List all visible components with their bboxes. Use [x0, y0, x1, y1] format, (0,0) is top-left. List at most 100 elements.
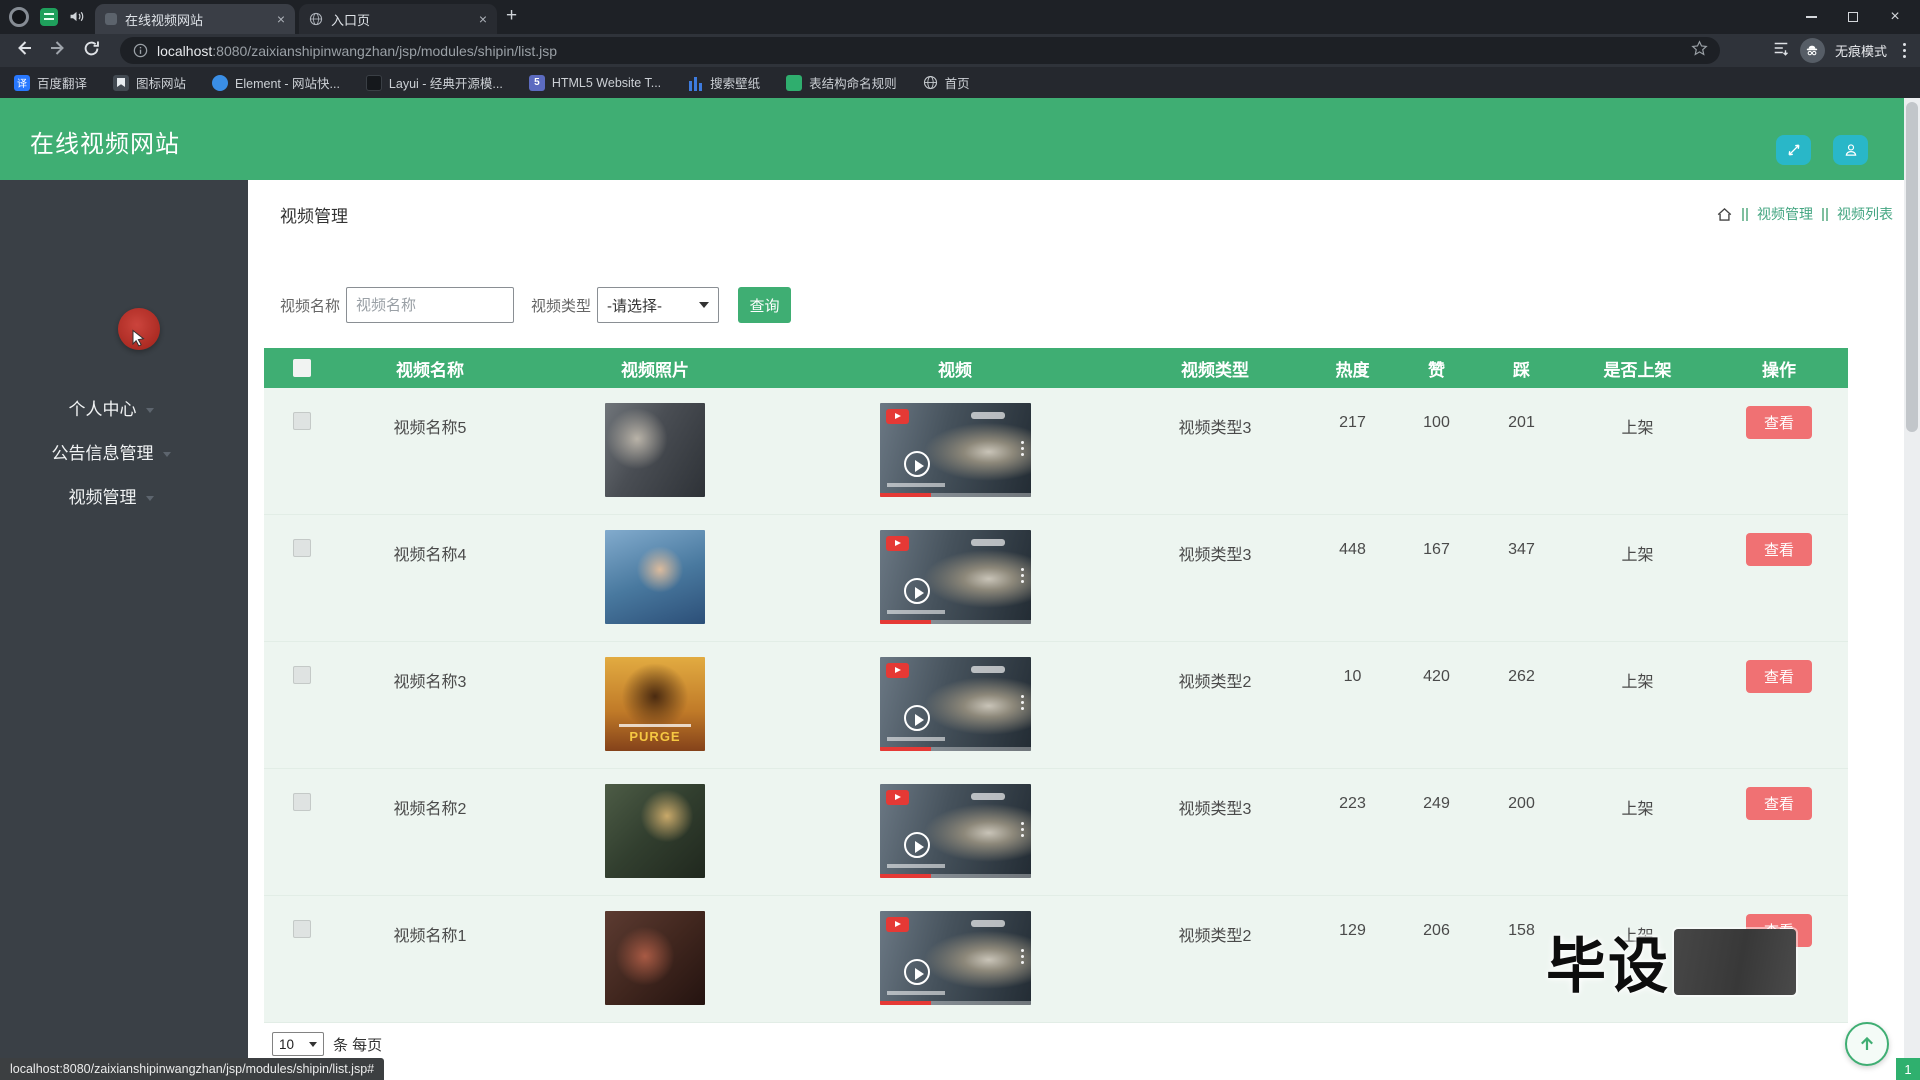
watermark: 毕设 — [1546, 918, 1796, 1005]
view-button[interactable]: 查看 — [1746, 533, 1812, 566]
bookmark-item[interactable]: 搜索壁纸 — [687, 73, 760, 92]
play-icon[interactable] — [904, 959, 930, 985]
breadcrumb-separator — [1822, 208, 1828, 221]
tab-close-icon[interactable]: × — [277, 12, 285, 26]
fullscreen-button[interactable] — [1776, 135, 1811, 165]
breadcrumb-link[interactable]: 视频列表 — [1837, 204, 1893, 224]
toolbar-right: 无痕模式 — [1772, 34, 1912, 67]
browser-tab-active[interactable]: 在线视频网站 × — [95, 4, 295, 34]
pagination: 10 条 每页 — [272, 1032, 382, 1056]
bookmark-item[interactable]: Layui - 经典开源模... — [366, 73, 503, 92]
breadcrumb: 视频管理 视频列表 — [1716, 204, 1893, 224]
heat-value: 223 — [1310, 769, 1395, 895]
row-checkbox[interactable] — [293, 793, 311, 811]
bookmark-item[interactable]: 表结构命名规则 — [786, 73, 897, 92]
select-all-checkbox[interactable] — [293, 359, 311, 377]
shelf-status: 上架 — [1565, 642, 1710, 768]
video-type-select[interactable]: -请选择- — [597, 287, 719, 323]
reload-button[interactable] — [82, 39, 101, 63]
user-button[interactable] — [1833, 135, 1868, 165]
breadcrumb-separator — [1742, 208, 1748, 221]
photo-thumbnail[interactable] — [605, 403, 705, 497]
like-value: 249 — [1395, 769, 1478, 895]
watermark-redaction — [1674, 929, 1796, 995]
bookmark-item[interactable]: 译百度翻译 — [14, 73, 87, 92]
video-thumbnail[interactable] — [880, 530, 1031, 624]
browser-tab[interactable]: 入口页 × — [299, 4, 497, 34]
bookmark-item[interactable]: 图标网站 — [113, 73, 186, 92]
kebab-menu-icon[interactable] — [1021, 695, 1024, 710]
photo-thumbnail[interactable] — [605, 784, 705, 878]
info-icon[interactable] — [132, 42, 149, 59]
scrollbar-thumb[interactable] — [1906, 102, 1918, 432]
view-button[interactable]: 查看 — [1746, 660, 1812, 693]
address-bar[interactable]: localhost:8080/zaixianshipinwangzhan/jsp… — [120, 37, 1720, 64]
tab-title: 在线视频网站 — [125, 10, 269, 29]
row-checkbox[interactable] — [293, 539, 311, 557]
expand-icon — [1786, 142, 1802, 158]
photo-thumbnail[interactable] — [605, 530, 705, 624]
close-window-button[interactable]: × — [1874, 0, 1916, 34]
kebab-menu-icon[interactable] — [1021, 568, 1024, 583]
play-icon[interactable] — [904, 705, 930, 731]
sidebar-item-announcement-management[interactable]: 公告信息管理 — [0, 432, 248, 476]
bookmark-item[interactable]: 首页 — [923, 73, 970, 92]
incognito-icon[interactable] — [1800, 38, 1825, 63]
play-icon[interactable] — [904, 832, 930, 858]
video-thumbnail[interactable] — [880, 403, 1031, 497]
like-value: 420 — [1395, 642, 1478, 768]
new-tab-button[interactable]: + — [506, 5, 517, 27]
browser-menu-icon[interactable] — [1897, 43, 1912, 58]
page-size-select[interactable]: 10 — [272, 1032, 324, 1056]
view-button[interactable]: 查看 — [1746, 787, 1812, 820]
progress-bar — [880, 493, 1031, 497]
sidebar-item-personal-center[interactable]: 个人中心 — [0, 388, 248, 432]
player-logo-icon — [886, 790, 909, 805]
table-favicon-icon — [786, 75, 802, 91]
tab-close-icon[interactable]: × — [479, 12, 487, 26]
element-favicon-icon — [212, 75, 228, 91]
video-name-input[interactable] — [346, 287, 514, 323]
breadcrumb-link[interactable]: 视频管理 — [1757, 204, 1813, 224]
video-thumbnail[interactable] — [880, 784, 1031, 878]
kebab-menu-icon[interactable] — [1021, 441, 1024, 456]
home-icon[interactable] — [1716, 206, 1733, 223]
grid-icon[interactable] — [40, 8, 58, 26]
reading-list-icon[interactable] — [1772, 39, 1790, 62]
kebab-menu-icon[interactable] — [1021, 949, 1024, 964]
bookmark-item[interactable]: Element - 网站快... — [212, 73, 340, 92]
kebab-menu-icon[interactable] — [1021, 822, 1024, 837]
maximize-button[interactable] — [1832, 0, 1874, 34]
video-type: 视频类型2 — [1120, 642, 1310, 768]
photo-thumbnail[interactable] — [605, 911, 705, 1005]
back-button[interactable] — [14, 38, 34, 63]
row-checkbox[interactable] — [293, 666, 311, 684]
video-name: 视频名称2 — [340, 769, 520, 895]
table-row: 视频名称2 视频类型3 223 249 200 上架 查看 — [264, 769, 1848, 896]
search-button[interactable]: 查询 — [738, 287, 791, 323]
forward-button[interactable] — [48, 38, 68, 63]
view-button[interactable]: 查看 — [1746, 406, 1812, 439]
screen: 在线视频网站 × 入口页 × + × localhost:8080/zaixia… — [0, 0, 1920, 1080]
video-name: 视频名称1 — [340, 896, 520, 1022]
video-caption — [887, 864, 945, 868]
video-type: 视频类型2 — [1120, 896, 1310, 1022]
scrollbar-track[interactable] — [1904, 98, 1920, 1080]
minimize-button[interactable] — [1790, 0, 1832, 34]
back-to-top-button[interactable] — [1845, 1022, 1889, 1066]
row-checkbox[interactable] — [293, 412, 311, 430]
video-thumbnail[interactable] — [880, 657, 1031, 751]
recorder-badge: 1 — [1896, 1058, 1920, 1080]
table-row: 视频名称5 视频类型3 217 100 201 上架 查看 — [264, 388, 1848, 515]
play-icon[interactable] — [904, 451, 930, 477]
browser-tab-strip: 在线视频网站 × 入口页 × + × — [0, 0, 1920, 34]
video-thumbnail[interactable] — [880, 911, 1031, 1005]
incognito-label: 无痕模式 — [1835, 41, 1887, 60]
bookmark-star-icon[interactable] — [1691, 40, 1708, 62]
play-icon[interactable] — [904, 578, 930, 604]
heat-value: 448 — [1310, 515, 1395, 641]
photo-thumbnail[interactable]: PURGE — [605, 657, 705, 751]
row-checkbox[interactable] — [293, 920, 311, 938]
sidebar-item-video-management[interactable]: 视频管理 — [0, 476, 248, 520]
bookmark-item[interactable]: 5HTML5 Website T... — [529, 75, 661, 91]
